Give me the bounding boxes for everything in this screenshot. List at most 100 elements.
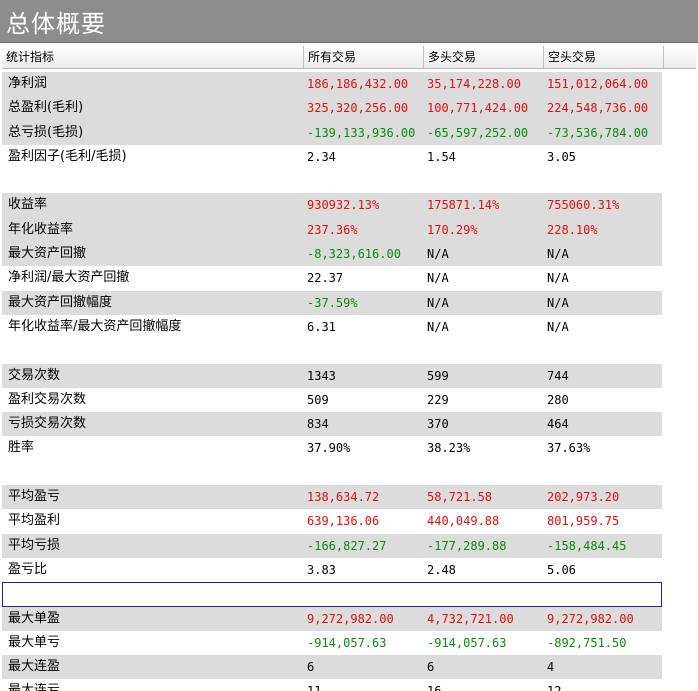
row-label: 年化收益率 bbox=[8, 221, 74, 237]
value-short-trades: 9,272,982.00 bbox=[547, 611, 634, 626]
table-row[interactable]: 最大资产回撤 -8,323,616.00 N/A N/A bbox=[2, 242, 662, 267]
value-short-trades: -73,536,784.00 bbox=[547, 125, 649, 140]
table-row[interactable]: 总亏损(毛损) -139,133,936.00 -65,597,252.00 -73,… bbox=[2, 120, 662, 145]
value-all-trades: 325,320,256.00 bbox=[307, 101, 409, 116]
value-long-trades: 170.29% bbox=[427, 222, 478, 237]
table-row[interactable]: 净利润/最大资产回撤 22.37 N/A N/A bbox=[2, 266, 662, 290]
value-long-trades: 229 bbox=[427, 392, 449, 407]
title-bar: 总体概要 bbox=[0, 0, 698, 43]
value-short-trades: 224,548,736.00 bbox=[547, 101, 649, 116]
table-row[interactable] bbox=[2, 461, 662, 485]
table-row[interactable]: 净利润 186,186,432.00 35,174,228.00 151,012,06… bbox=[2, 72, 662, 97]
value-short-trades: 744 bbox=[547, 368, 569, 383]
value-short-trades: 464 bbox=[547, 417, 569, 432]
value-long-trades: -65,597,252.00 bbox=[427, 125, 529, 140]
value-long-trades: -177,289.88 bbox=[427, 538, 507, 553]
row-label: 最大单盈 bbox=[8, 610, 61, 626]
table-row[interactable]: 年化收益率 237.36% 170.29% 228.10% bbox=[2, 217, 662, 243]
table-body: 净利润 186,186,432.00 35,174,228.00 151,012,06… bbox=[2, 69, 698, 691]
value-all-trades: 1343 bbox=[307, 368, 336, 383]
table-row[interactable]: 最大单亏 -914,057.63 -914,057.63 -892,751.50 bbox=[2, 631, 662, 655]
row-label: 盈亏比 bbox=[8, 561, 48, 577]
table-row[interactable] bbox=[2, 582, 662, 607]
table-row[interactable] bbox=[2, 169, 662, 193]
row-label: 亏损交易次数 bbox=[8, 416, 87, 432]
value-short-trades: 801,959.75 bbox=[547, 514, 620, 529]
row-label: 净利润/最大资产回撤 bbox=[8, 270, 130, 286]
table-row[interactable]: 最大资产回撤幅度 -37.59% N/A N/A bbox=[2, 290, 662, 315]
table-row[interactable]: 收益率 930932.13% 175871.14% 755060.31% bbox=[2, 193, 662, 218]
value-long-trades: 2.48 bbox=[427, 562, 456, 577]
table-row[interactable]: 盈亏比 3.83 2.48 5.06 bbox=[2, 558, 662, 582]
value-long-trades: 58,721.58 bbox=[427, 490, 493, 505]
value-all-trades: 2.34 bbox=[307, 149, 336, 164]
value-all-trades: 237.36% bbox=[307, 222, 358, 237]
table-row[interactable]: 最大单盈 9,272,982.00 4,732,721.00 9,272,982.00 bbox=[2, 606, 662, 631]
table-row[interactable]: 最大连亏 11 16 12 bbox=[2, 679, 662, 691]
table-row[interactable]: 平均亏损 -166,827.27 -177,289.88 -158,484.45 bbox=[2, 533, 662, 558]
value-short-trades: -158,484.45 bbox=[547, 538, 627, 553]
row-label: 总亏损(毛损) bbox=[8, 124, 84, 140]
value-long-trades: N/A bbox=[427, 319, 449, 334]
table-row[interactable]: 盈利交易次数 509 229 280 bbox=[2, 388, 662, 412]
value-short-trades: 12 bbox=[547, 679, 561, 691]
table-row[interactable]: 交易次数 1343 599 744 bbox=[2, 363, 662, 388]
value-all-trades: 6.31 bbox=[307, 319, 336, 334]
row-label: 平均盈利 bbox=[8, 513, 61, 529]
table-row[interactable]: 胜率 37.90% 38.23% 37.63% bbox=[2, 436, 662, 460]
value-all-trades: -37.59% bbox=[307, 295, 358, 310]
row-label: 最大连亏 bbox=[8, 683, 61, 691]
value-short-trades: N/A bbox=[547, 319, 569, 334]
value-long-trades: 4,732,721.00 bbox=[427, 611, 514, 626]
column-header-long-trades[interactable]: 多头交易 bbox=[424, 46, 544, 68]
table-row[interactable]: 总盈利(毛利) 325,320,256.00 100,771,424.00 224,5… bbox=[2, 96, 662, 121]
value-long-trades: 175871.14% bbox=[427, 198, 500, 213]
value-all-trades: 22.37 bbox=[307, 271, 344, 286]
row-label: 收益率 bbox=[8, 197, 48, 213]
value-all-trades: 834 bbox=[307, 417, 329, 432]
value-all-trades: -914,057.63 bbox=[307, 635, 387, 650]
row-label: 最大连盈 bbox=[8, 659, 61, 675]
value-short-trades: N/A bbox=[547, 247, 569, 262]
value-all-trades: 639,136.06 bbox=[307, 514, 380, 529]
row-label: 平均盈亏 bbox=[8, 489, 61, 505]
value-all-trades: 509 bbox=[307, 392, 329, 407]
value-all-trades: -139,133,936.00 bbox=[307, 125, 416, 140]
value-short-trades: 5.06 bbox=[547, 562, 576, 577]
table-row[interactable]: 亏损交易次数 834 370 464 bbox=[2, 412, 662, 437]
row-label: 最大单亏 bbox=[8, 634, 61, 650]
value-long-trades: 35,174,228.00 bbox=[427, 77, 521, 91]
value-long-trades: 100,771,424.00 bbox=[427, 101, 529, 116]
value-all-trades: 186,186,432.00 bbox=[307, 77, 409, 91]
table-row[interactable] bbox=[2, 339, 662, 363]
table-row[interactable]: 盈利因子(毛利/毛损) 2.34 1.54 3.05 bbox=[2, 145, 662, 169]
row-label: 盈利因子(毛利/毛损) bbox=[8, 148, 127, 164]
table-row[interactable]: 平均盈利 639,136.06 440,049.88 801,959.75 bbox=[2, 509, 662, 533]
row-label: 总盈利(毛利) bbox=[8, 100, 84, 116]
value-long-trades: 599 bbox=[427, 368, 449, 383]
value-long-trades: 440,049.88 bbox=[427, 514, 500, 529]
row-label: 年化收益率/最大资产回撤幅度 bbox=[8, 318, 182, 334]
column-header-metric[interactable]: 统计指标 bbox=[2, 46, 304, 68]
value-all-trades: 37.90% bbox=[307, 441, 351, 456]
value-all-trades: 6 bbox=[307, 660, 315, 675]
value-long-trades: 6 bbox=[427, 660, 435, 675]
table-header: 统计指标 所有交易 多头交易 空头交易 bbox=[2, 46, 696, 69]
column-header-all-trades[interactable]: 所有交易 bbox=[304, 46, 424, 68]
summary-table[interactable]: 统计指标 所有交易 多头交易 空头交易 净利润 186,186,432.00 35,… bbox=[2, 46, 698, 691]
column-header-short-trades[interactable]: 空头交易 bbox=[544, 46, 664, 68]
table-row[interactable]: 年化收益率/最大资产回撤幅度 6.31 N/A N/A bbox=[2, 315, 662, 339]
value-long-trades: N/A bbox=[427, 295, 449, 310]
value-short-trades: 4 bbox=[547, 660, 555, 675]
value-short-trades: 228.10% bbox=[547, 222, 598, 237]
table-row[interactable]: 最大连盈 6 6 4 bbox=[2, 655, 662, 680]
value-long-trades: 16 bbox=[427, 679, 441, 691]
row-label: 平均亏损 bbox=[8, 537, 61, 553]
value-long-trades: 370 bbox=[427, 417, 449, 432]
value-short-trades: N/A bbox=[547, 271, 569, 286]
value-short-trades: 280 bbox=[547, 392, 569, 407]
value-long-trades: N/A bbox=[427, 271, 449, 286]
table-row[interactable]: 平均盈亏 138,634.72 58,721.58 202,973.20 bbox=[2, 485, 662, 510]
row-label: 最大资产回撤 bbox=[8, 246, 87, 262]
value-short-trades: -892,751.50 bbox=[547, 635, 627, 650]
